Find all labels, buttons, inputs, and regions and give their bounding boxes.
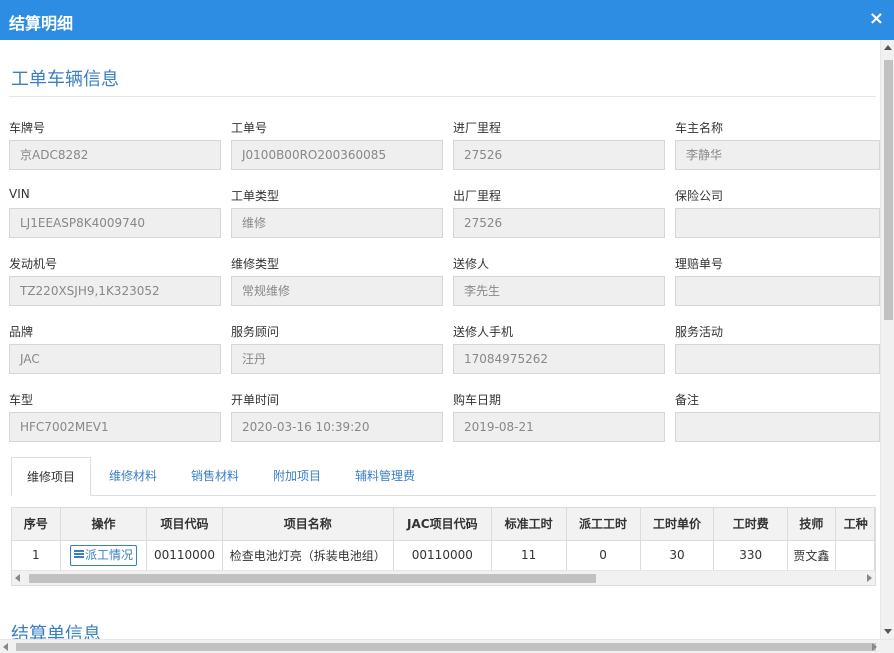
dialog-hscroll-thumb[interactable] <box>16 643 876 651</box>
list-icon <box>73 549 84 558</box>
col-header-work-type[interactable]: 工种 <box>835 508 875 541</box>
cell-std-hours: 11 <box>491 540 567 571</box>
label-entry-mileage: 进厂里程 <box>453 121 502 135</box>
col-header-unit-price[interactable]: 工时单价 <box>640 508 715 541</box>
cell-item-code: 00110000 <box>146 540 223 571</box>
label-engine-number: 发动机号 <box>9 257 58 271</box>
label-vehicle-model: 车型 <box>9 393 34 407</box>
scroll-up-icon[interactable] <box>884 45 892 50</box>
cell-work-type <box>835 540 875 571</box>
section-title-settlement-info: 结算单信息 <box>11 624 101 639</box>
remarks-field[interactable] <box>675 412 880 442</box>
col-header-technician[interactable]: 技师 <box>787 508 836 541</box>
label-owner-name: 车主名称 <box>675 121 724 135</box>
label-brand: 品牌 <box>9 325 34 339</box>
label-vin: VIN <box>9 187 30 201</box>
dialog-content: 工单车辆信息 车牌号 京ADC8282 工单号 J0100B00RO200360… <box>0 40 880 639</box>
brand-field[interactable]: JAC <box>9 344 221 374</box>
scroll-down-icon[interactable] <box>884 629 892 634</box>
dialog-scroll-thumb[interactable] <box>884 60 893 320</box>
label-purchase-date: 购车日期 <box>453 393 502 407</box>
col-header-dispatch-hours[interactable]: 派工工时 <box>566 508 641 541</box>
close-icon[interactable]: × <box>869 8 884 29</box>
scroll-right-icon[interactable] <box>867 574 872 582</box>
cell-unit-price: 30 <box>640 540 715 571</box>
open-time-field[interactable]: 2020-03-16 10:39:20 <box>231 412 443 442</box>
label-open-time: 开单时间 <box>231 393 280 407</box>
cell-item-name: 检查电池灯亮（拆装电池组） <box>222 540 394 571</box>
repair-items-grid: 序号 操作 项目代码 项目名称 JAC项目代码 标准工时 派工工时 工时单价 工… <box>11 507 876 586</box>
label-service-advisor: 服务顾问 <box>231 325 280 339</box>
tab-repair-materials[interactable]: 维修材料 <box>97 457 169 496</box>
label-work-order-number: 工单号 <box>231 121 268 135</box>
owner-name-field[interactable]: 李静华 <box>675 140 880 170</box>
label-insurance-company: 保险公司 <box>675 189 724 203</box>
insurance-company-field[interactable] <box>675 208 880 238</box>
sender-phone-field[interactable]: 17084975262 <box>453 344 665 374</box>
scroll-left-icon[interactable] <box>15 574 20 582</box>
cell-labor-fee: 330 <box>713 540 788 571</box>
engine-number-field[interactable]: TZ220XSJH9,1K323052 <box>9 276 221 306</box>
tab-additional-items[interactable]: 附加项目 <box>261 457 333 496</box>
detail-tabs: 维修项目 维修材料 销售材料 附加项目 辅料管理费 <box>11 457 876 496</box>
dialog-title: 结算明细 <box>9 14 74 33</box>
tab-auxiliary-fee[interactable]: 辅料管理费 <box>343 457 427 496</box>
label-plate-number: 车牌号 <box>9 121 46 135</box>
cell-dispatch-hours: 0 <box>566 540 641 571</box>
repair-type-field[interactable]: 常规维修 <box>231 276 443 306</box>
entry-mileage-field[interactable]: 27526 <box>453 140 665 170</box>
grid-horizontal-scrollbar[interactable] <box>12 570 875 585</box>
service-activity-field[interactable] <box>675 344 880 374</box>
vin-field[interactable]: LJ1EEASP8K4009740 <box>9 208 221 238</box>
label-remarks: 备注 <box>675 393 700 407</box>
work-order-type-field[interactable]: 维修 <box>231 208 443 238</box>
claim-number-field[interactable] <box>675 276 880 306</box>
vehicle-model-field[interactable]: HFC7002MEV1 <box>9 412 221 442</box>
grid-scroll-thumb[interactable] <box>29 574 596 583</box>
grid-header-row: 序号 操作 项目代码 项目名称 JAC项目代码 标准工时 派工工时 工时单价 工… <box>12 508 875 541</box>
plate-number-field[interactable]: 京ADC8282 <box>9 140 221 170</box>
table-row[interactable]: 1 派工情况 00110000 检查电池灯亮（拆装电池组） 00110000 1… <box>12 540 875 571</box>
cell-jac-code: 00110000 <box>393 540 492 571</box>
label-claim-number: 理赔单号 <box>675 257 724 271</box>
col-header-std-hours[interactable]: 标准工时 <box>491 508 567 541</box>
tab-repair-items[interactable]: 维修项目 <box>11 457 91 496</box>
cell-operation: 派工情况 <box>60 540 148 571</box>
dialog-vertical-scrollbar[interactable] <box>880 40 894 639</box>
section-title-vehicle-info: 工单车辆信息 <box>11 69 119 90</box>
cell-seq: 1 <box>12 540 61 571</box>
scroll-right-icon[interactable] <box>872 643 877 651</box>
label-service-activity: 服务活动 <box>675 325 724 339</box>
col-header-operation[interactable]: 操作 <box>60 508 148 541</box>
label-exit-mileage: 出厂里程 <box>453 189 502 203</box>
settlement-detail-dialog: 结算明细 × 工单车辆信息 车牌号 京ADC8282 工单号 J0100B00R… <box>0 0 894 653</box>
label-repair-type: 维修类型 <box>231 257 280 271</box>
cell-technician: 贾文鑫 <box>787 540 836 571</box>
scroll-left-icon[interactable] <box>3 643 8 651</box>
dialog-titlebar: 结算明细 × <box>0 0 894 40</box>
tab-sales-materials[interactable]: 销售材料 <box>179 457 251 496</box>
label-sender-phone: 送修人手机 <box>453 325 514 339</box>
col-header-seq[interactable]: 序号 <box>12 508 61 541</box>
label-sender: 送修人 <box>453 257 490 271</box>
exit-mileage-field[interactable]: 27526 <box>453 208 665 238</box>
section-divider <box>9 96 876 97</box>
service-advisor-field[interactable]: 汪丹 <box>231 344 443 374</box>
col-header-jac-code[interactable]: JAC项目代码 <box>393 508 492 541</box>
dialog-horizontal-scrollbar[interactable] <box>0 639 894 653</box>
dispatch-status-button[interactable]: 派工情况 <box>69 544 137 566</box>
col-header-item-name[interactable]: 项目名称 <box>222 508 394 541</box>
col-header-labor-fee[interactable]: 工时费 <box>713 508 788 541</box>
purchase-date-field[interactable]: 2019-08-21 <box>453 412 665 442</box>
col-header-item-code[interactable]: 项目代码 <box>146 508 223 541</box>
label-work-order-type: 工单类型 <box>231 189 280 203</box>
sender-field[interactable]: 李先生 <box>453 276 665 306</box>
work-order-number-field[interactable]: J0100B00RO200360085 <box>231 140 443 170</box>
dispatch-status-label: 派工情况 <box>84 547 133 562</box>
